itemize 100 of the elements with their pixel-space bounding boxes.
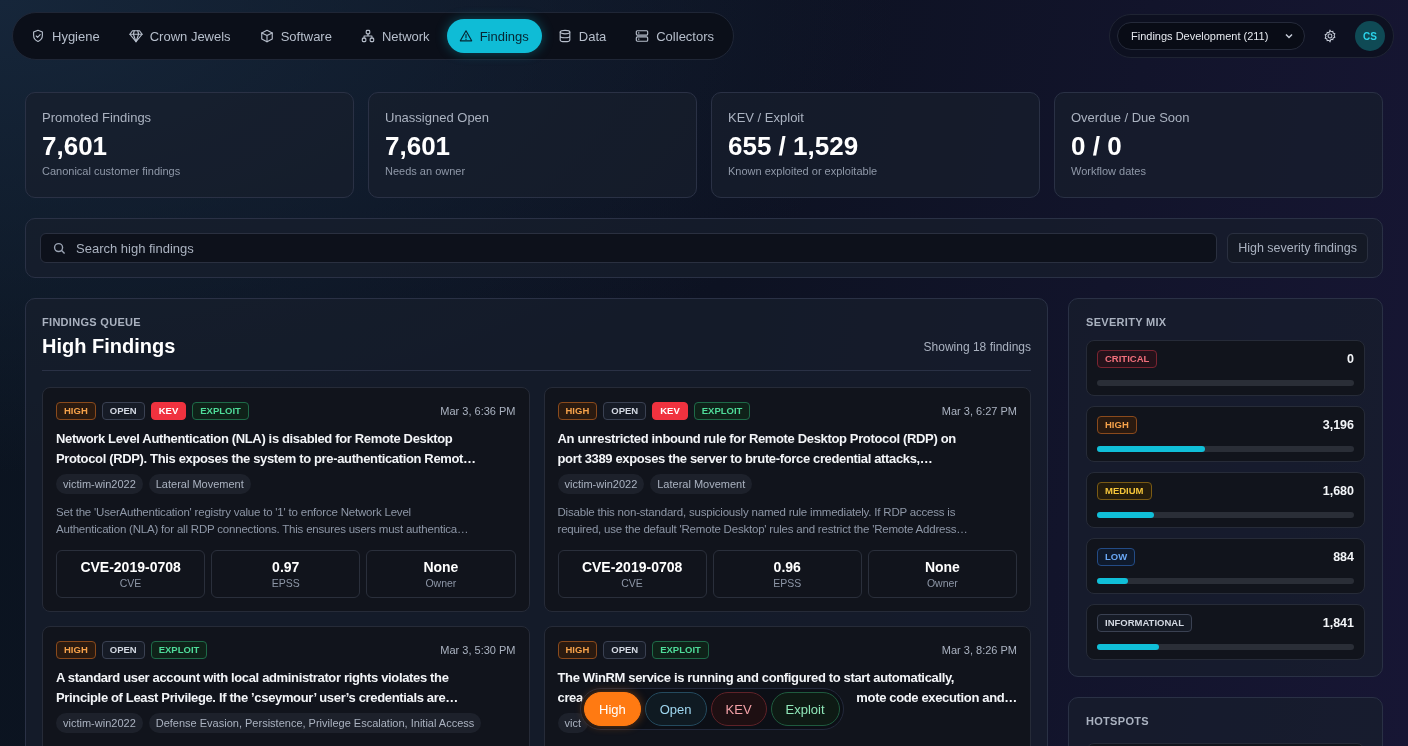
status-badge: HIGH	[557, 641, 598, 659]
metric-value: None	[924, 559, 960, 575]
stat-caption: Workflow dates	[1071, 165, 1147, 177]
metric-value: 0.97	[272, 559, 300, 575]
severity-badge: MEDIUM	[1097, 482, 1152, 500]
tag-chip: vict	[557, 713, 588, 733]
metric-label: EPSS	[271, 577, 300, 589]
server-icon	[635, 29, 650, 43]
finding-date: Mar 3, 6:27 PM	[941, 405, 1017, 417]
stat-label: Overdue / Due Soon	[1071, 110, 1191, 125]
tag-chip: victim-win2022	[56, 713, 143, 733]
user-avatar[interactable]: CS	[1355, 21, 1385, 51]
chevron-down-icon	[1284, 31, 1294, 41]
finding-date: Mar 3, 6:36 PM	[440, 405, 516, 417]
database-icon	[557, 29, 572, 43]
finding-card[interactable]	[42, 387, 530, 612]
tag-chip: victim-win2022	[56, 474, 143, 494]
status-badge: OPEN	[101, 641, 145, 659]
stat-label: KEV / Exploit	[728, 110, 805, 125]
finding-title: port 3389 exposes the server to brute-force credential attacks,…	[557, 450, 933, 468]
metric-label: EPSS	[773, 577, 802, 589]
severity-badge: LOW	[1097, 548, 1136, 566]
workspace-dropdown[interactable]: Findings Development (211)	[1117, 22, 1305, 50]
filter-chip[interactable]: KEV	[710, 692, 767, 726]
search-field[interactable]: Search high findings	[40, 233, 1218, 263]
finding-description: Authentication (NLA) for all RDP connections. This ensures users must authentica…	[56, 522, 470, 537]
stat-caption: Known exploited or exploitable	[728, 165, 879, 177]
severity-count: 884	[1333, 550, 1354, 564]
stat-label: Promoted Findings	[42, 110, 153, 125]
severity-count: 1,680	[1322, 484, 1354, 498]
status-badge: OPEN	[603, 402, 647, 420]
severity-badge: INFORMATIONAL	[1097, 614, 1192, 632]
result-count: Showing 18 findings	[923, 340, 1031, 354]
finding-title: An unrestricted inbound rule for Remote Desktop Protocol (RDP) on	[557, 430, 956, 448]
finding-date: Mar 3, 5:30 PM	[440, 644, 516, 656]
status-badge: OPEN	[101, 402, 145, 420]
section-label: FINDINGS QUEUE	[42, 316, 142, 328]
shield-icon	[31, 29, 45, 43]
finding-description: Disable this non-standard, suspiciously named rule immediately. If RDP access is	[557, 505, 957, 520]
metric-label: CVE	[621, 577, 643, 589]
status-badge: KEV	[652, 402, 688, 420]
status-badge: OPEN	[603, 641, 647, 659]
filter-chip[interactable]: Exploit	[770, 692, 840, 726]
settings-icon[interactable]	[1323, 29, 1337, 43]
finding-title: Protocol (RDP). This exposes the system to pre-authentication Remot…	[56, 450, 476, 468]
status-badge: HIGH	[557, 402, 598, 420]
tag-chip: Lateral Movement	[650, 474, 753, 494]
cube-icon	[259, 29, 274, 43]
severity-count: 1,841	[1322, 616, 1354, 630]
stat-caption: Needs an owner	[385, 165, 467, 177]
finding-card[interactable]	[543, 387, 1031, 612]
status-badge: EXPLOIT	[150, 641, 208, 659]
status-badge: HIGH	[56, 402, 96, 420]
stat-value: 0 / 0	[1071, 131, 1123, 162]
stat-label: Unassigned Open	[385, 110, 491, 125]
nav-tab[interactable]: Data	[545, 19, 620, 53]
severity-badge: CRITICAL	[1097, 350, 1158, 368]
finding-title: crea	[557, 689, 583, 707]
metric-value: CVE-2019-0708	[581, 559, 683, 575]
search-icon	[53, 242, 66, 255]
finding-title: Network Level Authentication (NLA) is disabled for Remote Desktop	[56, 430, 453, 448]
section-label: SEVERITY MIX	[1086, 316, 1168, 328]
finding-description: Set the 'UserAuthentication' registry value to '1' to enforce Network Level	[56, 505, 412, 520]
metric-value: None	[423, 559, 459, 575]
filter-chip[interactable]: Open	[644, 692, 707, 726]
diamond-icon	[128, 29, 143, 43]
stat-caption: Canonical customer findings	[42, 165, 182, 177]
tag-chip: victim-win2022	[557, 474, 645, 494]
metric-value: CVE-2019-0708	[80, 559, 181, 575]
finding-title: mote code execution and…	[856, 689, 1017, 707]
metric-label: Owner	[425, 577, 457, 589]
nav-tab[interactable]: Crown Jewels	[116, 19, 244, 53]
scope-button[interactable]: High severity findings	[1227, 233, 1368, 263]
nav-tab[interactable]: Software	[247, 19, 345, 53]
stat-value: 7,601	[385, 131, 452, 162]
network-icon	[360, 29, 375, 43]
severity-count: 0	[1347, 352, 1354, 366]
finding-date: Mar 3, 8:26 PM	[941, 644, 1017, 656]
nav-tab[interactable]: Hygiene	[19, 19, 113, 53]
metric-label: CVE	[119, 577, 142, 589]
finding-title: A standard user account with local administrator rights violates the	[56, 669, 449, 687]
status-badge: KEV	[150, 402, 187, 420]
finding-description: required, use the default 'Remote Desktop' rules and restrict the 'Remote Address…	[557, 522, 969, 537]
status-badge: EXPLOIT	[192, 402, 249, 420]
tag-chip: Lateral Movement	[148, 474, 251, 494]
stat-value: 7,601	[42, 131, 109, 162]
nav-tab[interactable]: Findings	[446, 19, 542, 53]
stat-value: 655 / 1,529	[728, 131, 860, 162]
metric-label: Owner	[926, 577, 958, 589]
status-badge: EXPLOIT	[693, 402, 751, 420]
status-badge: EXPLOIT	[652, 641, 709, 659]
finding-title: Principle of Least Privilege. If the ’cseymour’ user’s credentials are…	[56, 689, 458, 707]
metric-value: 0.96	[773, 559, 801, 575]
warning-icon	[458, 29, 473, 43]
nav-tab[interactable]: Network	[348, 19, 443, 53]
nav-tab[interactable]: Collectors	[623, 19, 728, 53]
finding-title: The WinRM service is running and configured to start automatically,	[557, 669, 955, 687]
section-title: High Findings	[42, 335, 176, 358]
tag-chip: Defense Evasion, Persistence, Privilege Escalation, Initial Access	[148, 713, 482, 733]
section-label: HOTSPOTS	[1086, 715, 1150, 727]
